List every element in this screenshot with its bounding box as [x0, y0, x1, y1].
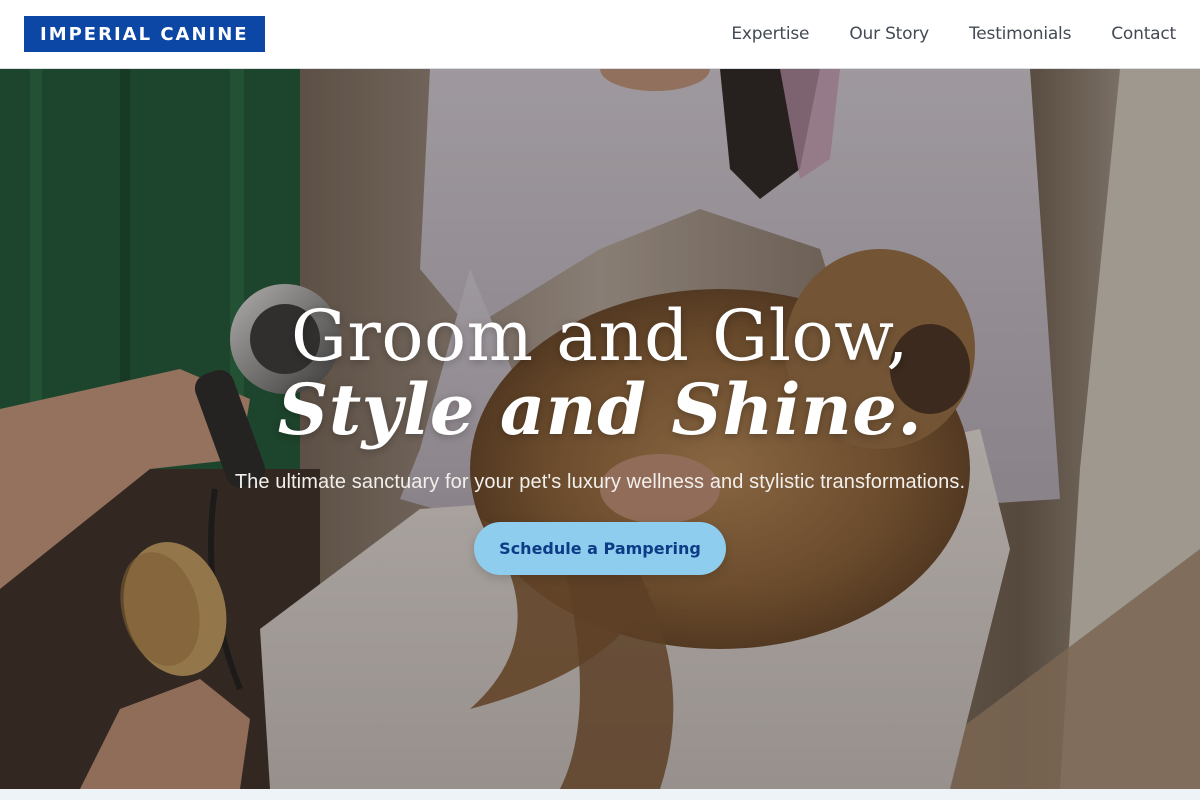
schedule-pampering-button[interactable]: Schedule a Pampering [474, 522, 726, 575]
hero-subtitle: The ultimate sanctuary for your pet's lu… [234, 471, 966, 493]
hero-title: Groom and Glow, Style and Shine. [0, 299, 1200, 447]
site-header: IMPERIAL CANINE Expertise Our Story Test… [0, 0, 1200, 69]
page-bottom-strip [0, 789, 1200, 800]
hero-content: Groom and Glow, Style and Shine. The ult… [0, 299, 1200, 575]
hero-title-line2: Style and Shine. [277, 368, 923, 451]
nav-link-contact[interactable]: Contact [1111, 24, 1176, 44]
brand-logo[interactable]: IMPERIAL CANINE [24, 16, 265, 52]
nav-link-testimonials[interactable]: Testimonials [969, 24, 1071, 44]
hero-section: Groom and Glow, Style and Shine. The ult… [0, 69, 1200, 789]
hero-title-line1: Groom and Glow, [291, 295, 909, 377]
nav-link-our-story[interactable]: Our Story [849, 24, 929, 44]
nav-link-expertise[interactable]: Expertise [731, 24, 809, 44]
main-nav: Expertise Our Story Testimonials Contact [731, 24, 1176, 44]
